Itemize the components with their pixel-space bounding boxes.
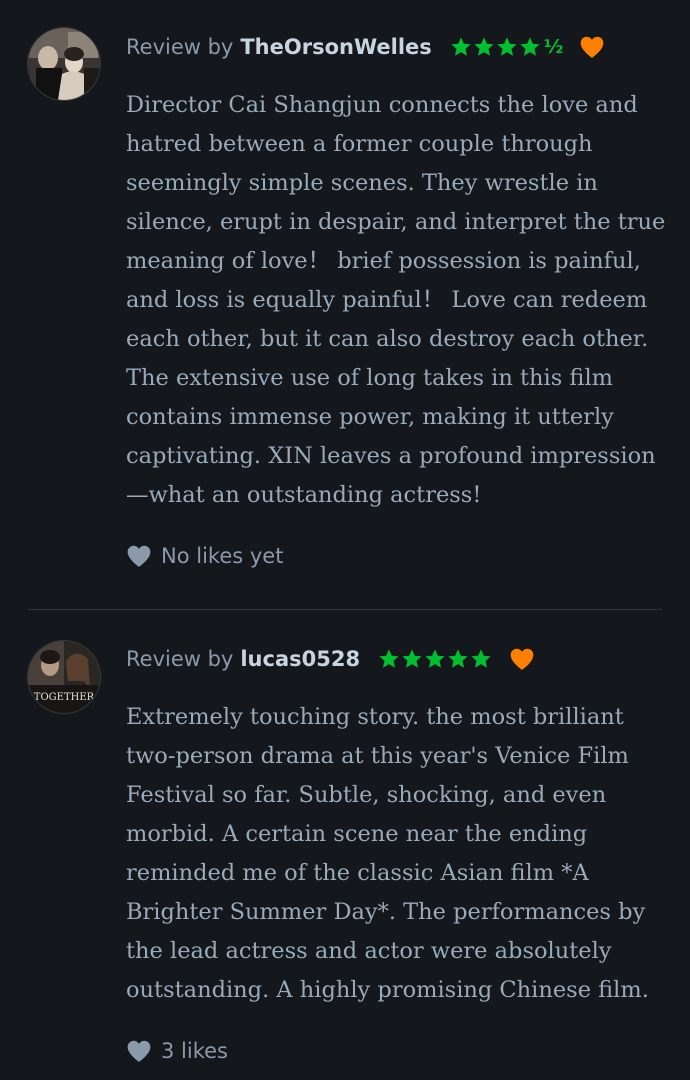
likes-count: 3 likes [161,1039,228,1063]
review-body: Director Cai Shangjun connects the love … [126,86,666,515]
liked-heart-icon [581,36,604,58]
review-divider [28,609,662,610]
heart-icon [127,1040,151,1062]
review-text-line: Director Cai Shangjun connects the love … [126,92,638,118]
star-icon [379,649,399,668]
star-icon [497,37,517,56]
review-text-line: captivating. XIN leaves a profound impre… [126,443,656,469]
review-body: Extremely touching story. the most brill… [126,698,666,1010]
review-text-line: two-person drama at this year's Venice F… [126,743,629,769]
half-star-icon: ½ [543,36,564,58]
review-text-line: reminded me of the classic Asian film *A [126,860,589,886]
star-icon [520,37,540,56]
review-text-line: contains immense power, making it utterl… [126,404,614,430]
liked-heart-icon [510,648,534,670]
review-text-line: and loss is equally painful！ Love can re… [126,287,648,313]
star-icon [425,649,445,668]
star-icon [448,649,468,668]
avatar-photo: TOGETHER [28,641,100,713]
review-text-line: —what an outstanding actress! [126,482,482,508]
review-text-line: seemingly simple scenes. They wrestle in [126,170,598,196]
reviews-page: Review by TheOrsonWelles ½ Director Cai … [0,0,690,1080]
like-button[interactable]: 3 likes [126,1036,228,1066]
username-link[interactable]: lucas0528 [240,647,360,671]
star-rating [378,648,493,670]
review-text-line: hatred between a former couple through [126,131,593,157]
review-text-line: Festival so far. Subtle, shocking, and e… [126,782,607,808]
review-text-line: Extremely touching story. the most brill… [126,704,624,730]
review-text-line: Brighter Summer Day*. The performances b… [126,899,646,925]
star-icon [471,649,491,668]
avatar-text: TOGETHER [34,692,95,703]
review-text-line: The extensive use of long takes in this … [126,365,613,391]
review-by-label: Review by [126,647,234,671]
heart-icon [127,545,151,567]
review-text-line: each other, but it can also destroy each… [126,326,649,352]
review-text-line: outstanding. A highly promising Chinese … [126,977,649,1003]
avatar-photo [28,28,100,100]
avatar[interactable] [28,28,100,100]
review-header: Review by TheOrsonWelles ½ [126,32,605,62]
review-text-line: meaning of love！ brief possession is pai… [126,248,641,274]
star-rating: ½ [450,36,564,58]
review-text-line: morbid. A certain scene near the ending [126,821,588,847]
like-button[interactable]: No likes yet [126,541,283,571]
star-icon [451,37,471,56]
star-icon [474,37,494,56]
review-header: Review by lucas0528 [126,644,535,674]
review-by-label: Review by [126,35,234,59]
likes-count: No likes yet [161,544,284,568]
avatar[interactable]: TOGETHER [28,641,100,713]
review-text-line: silence, erupt in despair, and interpret… [126,209,666,235]
star-icon [402,649,422,668]
username-link[interactable]: TheOrsonWelles [240,35,431,59]
review-text-line: the lead actress and actor were absolute… [126,938,612,964]
